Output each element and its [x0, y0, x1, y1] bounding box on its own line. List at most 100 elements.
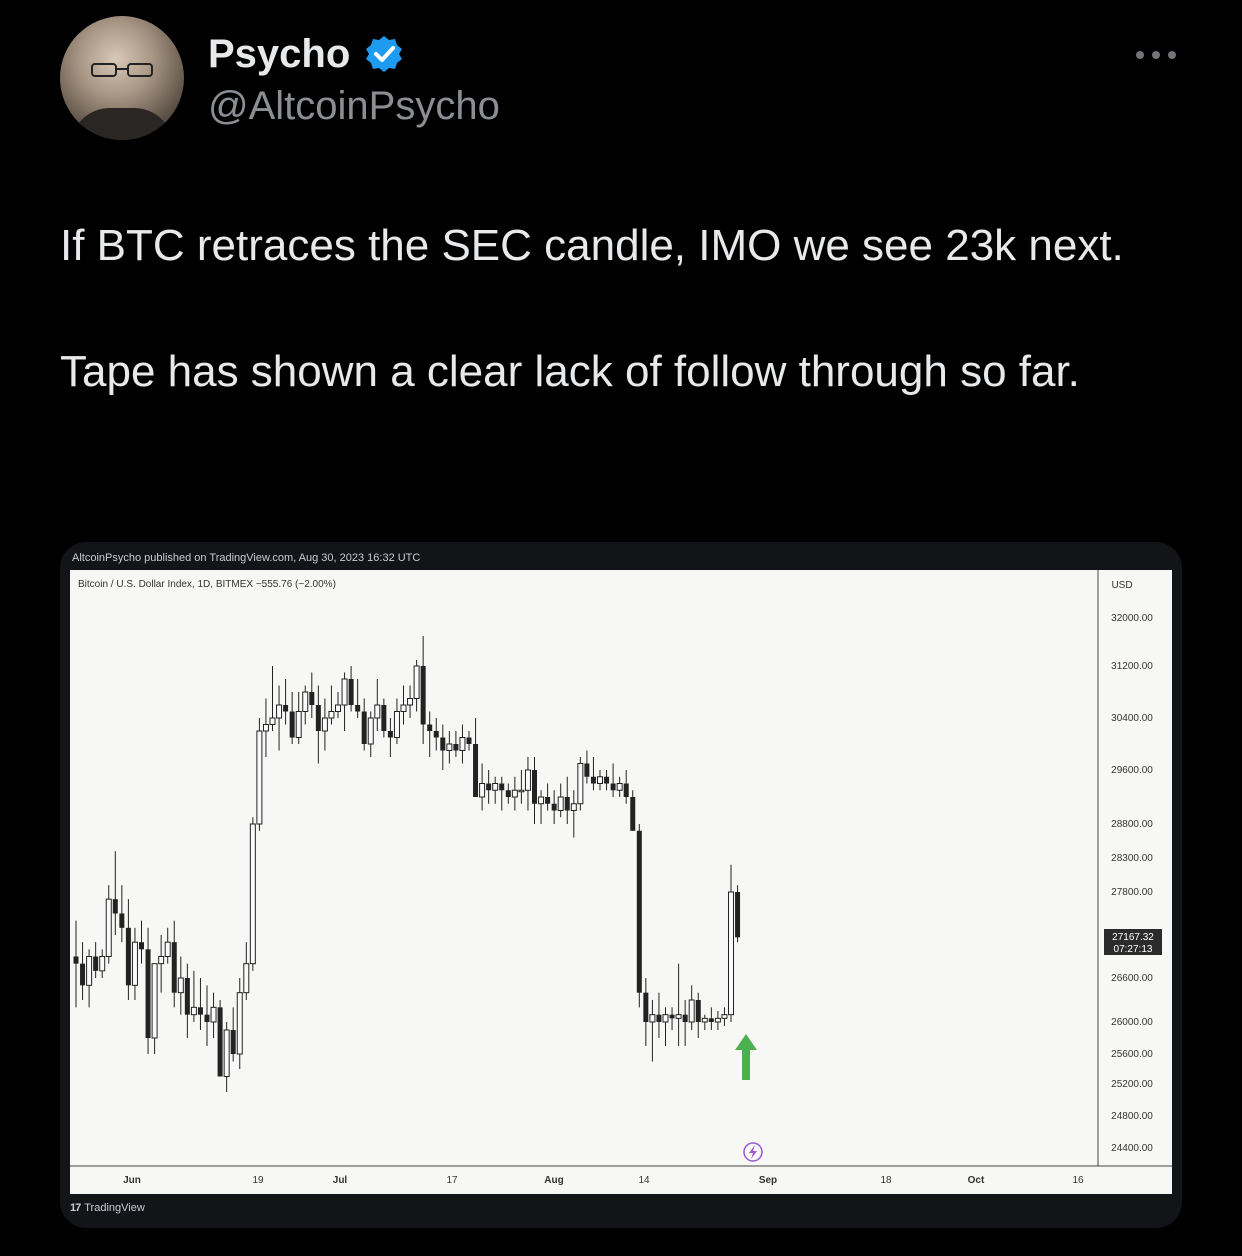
candle-body [735, 892, 741, 938]
candle-body [413, 665, 420, 699]
candle-body [302, 691, 309, 712]
price-tick-label: 31200.00 [1111, 661, 1153, 672]
verified-badge-icon [366, 36, 402, 72]
candle-body [256, 730, 263, 825]
candle-body [721, 1014, 728, 1019]
more-options-icon[interactable] [1132, 40, 1180, 70]
price-tick-label: 26000.00 [1111, 1017, 1153, 1028]
price-tick-label: 28300.00 [1111, 853, 1153, 864]
candle-body [145, 949, 151, 1038]
tweet-media-chart[interactable]: AltcoinPsycho published on TradingView.c… [60, 542, 1182, 1228]
candle-body [473, 744, 479, 797]
candle-body [505, 790, 511, 797]
candle-body [393, 711, 400, 738]
tradingview-logo-icon: 17 [70, 1202, 81, 1214]
avatar[interactable] [60, 16, 184, 140]
candle-body [171, 942, 177, 993]
candle-body [564, 797, 570, 811]
price-tick-label: 28800.00 [1111, 819, 1153, 830]
time-tick-label: Jun [123, 1175, 141, 1186]
candle-body [584, 763, 590, 777]
candle-body [86, 956, 93, 986]
candle-body [151, 963, 158, 1039]
time-tick-label: Aug [544, 1175, 563, 1186]
candle-body [355, 705, 361, 712]
candle-body [643, 992, 649, 1022]
candle-body [492, 783, 499, 791]
candle-body [453, 744, 459, 751]
candle-body [433, 731, 439, 738]
candle-body [197, 1007, 203, 1015]
price-tick-label: 25600.00 [1111, 1049, 1153, 1060]
price-tick-label: 30400.00 [1111, 713, 1153, 724]
candle-body [682, 1014, 688, 1022]
candle-body [623, 783, 629, 797]
tradingview-label: TradingView [84, 1202, 145, 1214]
candle-body [269, 717, 276, 725]
price-tick-label: 24400.00 [1111, 1143, 1153, 1154]
candle-body [262, 724, 269, 732]
candle-body [217, 1007, 223, 1077]
candle-body [446, 743, 453, 751]
candle-body [616, 783, 623, 791]
time-tick-label: Sep [759, 1175, 777, 1186]
candle-body [551, 803, 557, 811]
candle-body [486, 783, 492, 791]
candle-body [112, 899, 118, 914]
price-tick-label: 25200.00 [1111, 1079, 1153, 1090]
candle-body [309, 692, 315, 705]
candle-body [93, 956, 99, 971]
price-tick-label: 29600.00 [1111, 765, 1153, 776]
candle-body [335, 704, 341, 712]
candle-body [499, 783, 505, 791]
price-tick-label: 32000.00 [1111, 613, 1153, 624]
candle-body [577, 763, 584, 805]
candle-body [80, 963, 86, 986]
candle-body [570, 803, 577, 811]
glasses-icon [91, 63, 153, 77]
currency-label: USD [1111, 580, 1132, 591]
candle-body [604, 776, 610, 784]
user-handle[interactable]: @AltcoinPsycho [208, 84, 500, 129]
symbol-info: Bitcoin / U.S. Dollar Index, 1D, BITMEX … [78, 579, 336, 590]
candle-body [669, 1014, 675, 1019]
candle-body [328, 711, 335, 719]
candle-body [321, 717, 328, 732]
candle-body [400, 704, 407, 712]
candle-body [164, 941, 171, 957]
candle-body [230, 1030, 236, 1054]
last-price: 27167.32 [1112, 932, 1154, 943]
candle-body [210, 1006, 217, 1023]
lightning-event-icon [743, 1142, 763, 1162]
up-arrow-annotation [735, 1034, 757, 1080]
candle-body [590, 776, 596, 784]
candle-body [374, 704, 381, 719]
avatar-suit [70, 108, 174, 140]
candle-body [407, 698, 414, 706]
countdown-timer: 07:27:13 [1114, 944, 1153, 955]
candle-body [630, 797, 636, 831]
candle-body [295, 711, 302, 738]
candle-body [73, 956, 79, 964]
candle-body [99, 956, 106, 972]
candle-body [427, 724, 433, 731]
display-name[interactable]: Psycho [208, 32, 350, 77]
price-tick-label: 24800.00 [1111, 1111, 1153, 1122]
candlestick-chart: USD 32000.00 31200.00 30400.00 29600.00 2880… [70, 570, 1172, 1186]
price-tick-label: 26600.00 [1111, 973, 1153, 984]
candle-body [190, 1006, 197, 1016]
candle-body [649, 1014, 656, 1023]
candle-body [315, 705, 321, 731]
candle-body [341, 678, 348, 706]
time-tick-label: Jul [333, 1175, 348, 1186]
candle-body [701, 1017, 708, 1023]
candle-body [459, 737, 466, 751]
candle-body [105, 898, 112, 957]
candle-body [557, 796, 564, 811]
candle-body [597, 776, 603, 784]
candle-body [708, 1018, 714, 1022]
candle-body [276, 704, 283, 719]
candle-body [367, 717, 374, 745]
candle-body [532, 770, 537, 804]
tweet-paragraph-1: If BTC retraces the SEC candle, IMO we s… [60, 221, 1124, 270]
